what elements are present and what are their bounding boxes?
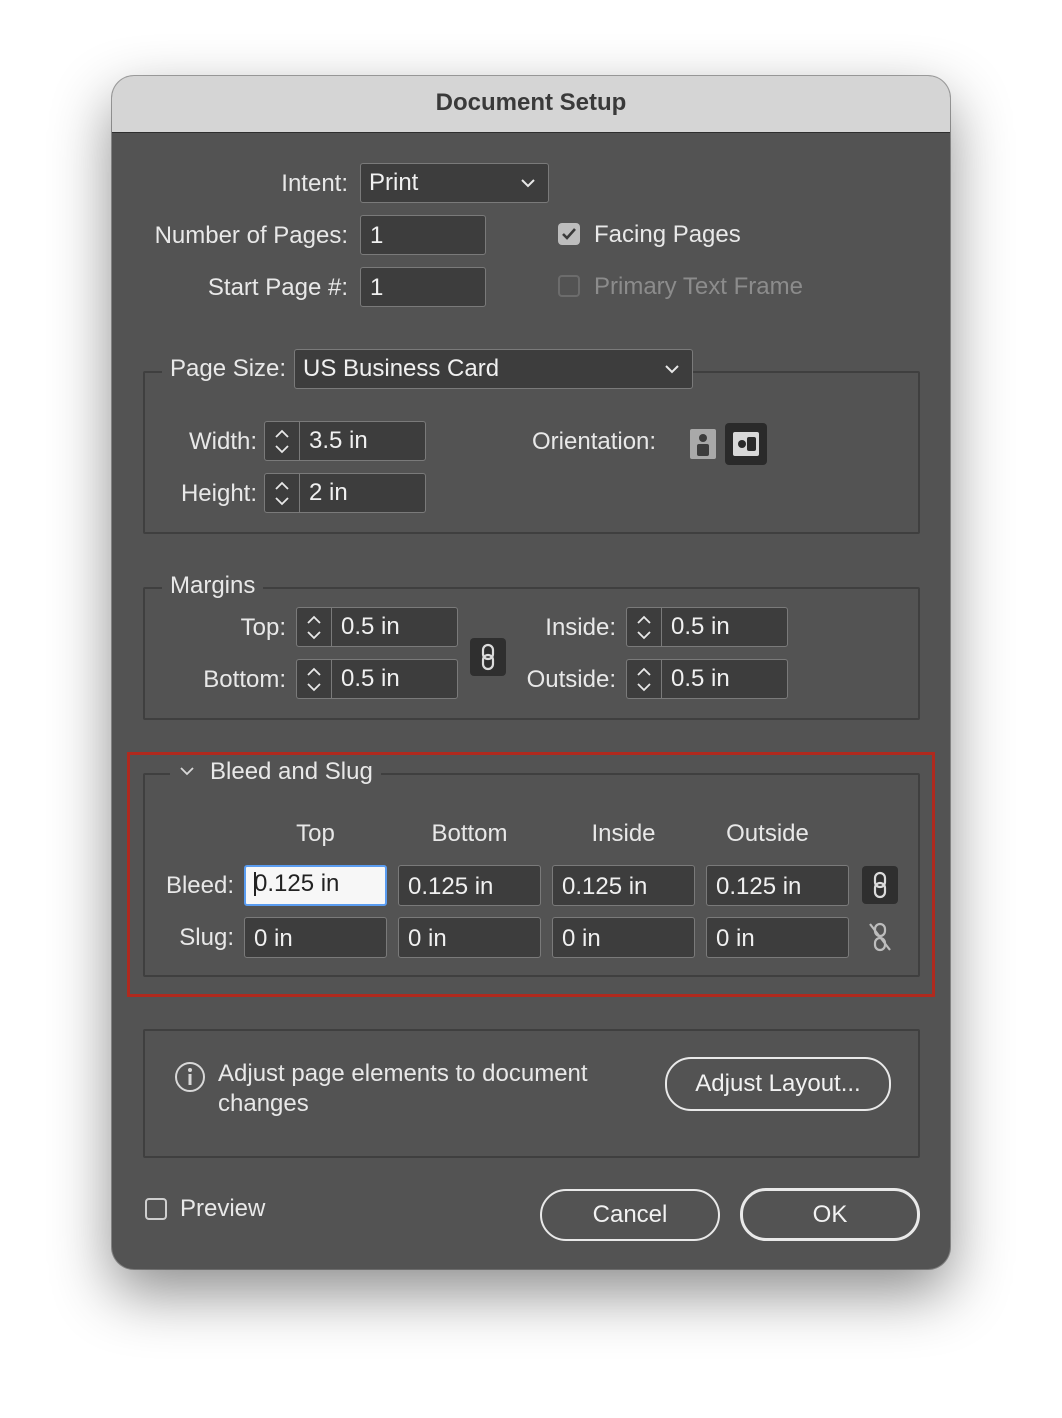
- checkmark-icon: [562, 228, 576, 240]
- stepper-arrows-icon[interactable]: [297, 660, 332, 698]
- annotation-highlight-box: [127, 752, 935, 997]
- intent-select[interactable]: Print: [360, 163, 549, 203]
- width-value: 3.5 in: [309, 427, 368, 454]
- chevron-down-icon: [521, 179, 535, 188]
- margin-top-value: 0.5 in: [341, 613, 400, 640]
- chevron-down-icon: [665, 365, 679, 374]
- adjust-message: Adjust page elements to document changes: [218, 1060, 588, 1117]
- intent-label: Intent:: [281, 170, 348, 197]
- number-of-pages-field[interactable]: 1: [360, 215, 486, 255]
- preview-label: Preview: [180, 1195, 266, 1222]
- margin-bottom-stepper[interactable]: 0.5 in: [296, 659, 458, 699]
- margin-inside-value: 0.5 in: [671, 613, 730, 640]
- facing-pages-label: Facing Pages: [594, 221, 741, 248]
- margins-group: [143, 587, 920, 720]
- margins-legend: Margins: [162, 572, 264, 600]
- height-value: 2 in: [309, 479, 348, 506]
- height-label: Height:: [180, 480, 257, 507]
- ok-button[interactable]: OK: [740, 1188, 920, 1241]
- margin-bottom-label: Bottom:: [203, 666, 286, 693]
- margin-inside-label: Inside:: [545, 614, 616, 641]
- primary-text-frame-checkbox[interactable]: [558, 275, 580, 297]
- height-stepper[interactable]: 2 in: [264, 473, 426, 513]
- start-page-field[interactable]: 1: [360, 267, 486, 307]
- cancel-button[interactable]: Cancel: [540, 1189, 720, 1241]
- primary-text-frame-label: Primary Text Frame: [594, 273, 803, 300]
- margin-outside-stepper[interactable]: 0.5 in: [626, 659, 788, 699]
- margin-outside-label: Outside:: [526, 666, 616, 693]
- dialog-title: Document Setup: [112, 76, 950, 133]
- landscape-icon[interactable]: [725, 423, 767, 465]
- start-page-label: Start Page #:: [207, 274, 348, 301]
- stepper-arrows-icon[interactable]: [627, 660, 662, 698]
- margin-outside-value: 0.5 in: [671, 665, 730, 692]
- number-of-pages-label: Number of Pages:: [154, 222, 348, 249]
- margin-top-label: Top:: [240, 614, 286, 641]
- stepper-arrows-icon[interactable]: [265, 474, 300, 512]
- intent-value: Print: [369, 169, 419, 196]
- page-size-value: US Business Card: [303, 355, 500, 382]
- orientation-label: Orientation:: [532, 428, 657, 455]
- stepper-arrows-icon[interactable]: [627, 608, 662, 646]
- portrait-icon[interactable]: [685, 426, 721, 462]
- adjust-layout-button[interactable]: Adjust Layout...: [665, 1057, 891, 1111]
- margin-top-stepper[interactable]: 0.5 in: [296, 607, 458, 647]
- width-stepper[interactable]: 3.5 in: [264, 421, 426, 461]
- margin-bottom-value: 0.5 in: [341, 665, 400, 692]
- stepper-arrows-icon[interactable]: [297, 608, 332, 646]
- page-size-label: Page Size:: [162, 355, 295, 383]
- preview-checkbox[interactable]: [145, 1198, 167, 1220]
- margin-inside-stepper[interactable]: 0.5 in: [626, 607, 788, 647]
- facing-pages-checkbox[interactable]: [558, 223, 580, 245]
- stepper-arrows-icon[interactable]: [265, 422, 300, 460]
- width-label: Width:: [188, 428, 257, 455]
- info-icon: [175, 1062, 205, 1092]
- page-size-select[interactable]: US Business Card: [294, 349, 693, 389]
